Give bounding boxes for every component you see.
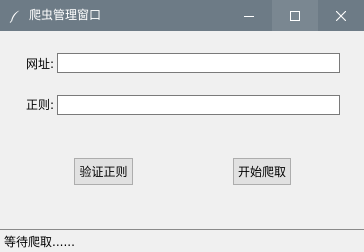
- close-button[interactable]: [318, 0, 364, 31]
- minimize-button[interactable]: [226, 0, 272, 31]
- start-crawl-button[interactable]: 开始爬取: [233, 158, 291, 185]
- minimize-icon: [244, 15, 254, 17]
- maximize-button[interactable]: [272, 0, 318, 31]
- maximize-icon: [290, 10, 300, 21]
- window-title: 爬虫管理窗口: [29, 8, 102, 22]
- status-bar: 等待爬取......: [0, 229, 364, 252]
- url-label: 网址:: [26, 57, 55, 71]
- verify-regex-button[interactable]: 验证正则: [74, 158, 133, 185]
- url-input[interactable]: [57, 53, 340, 73]
- title-bar[interactable]: 爬虫管理窗口: [0, 0, 364, 31]
- close-icon: [336, 10, 346, 21]
- status-text: 等待爬取......: [4, 235, 75, 249]
- app-window: 爬虫管理窗口 网址: 正则: 验证正则 开始爬取 等待爬取......: [0, 0, 364, 252]
- regex-label: 正则:: [26, 98, 55, 112]
- feather-icon: [8, 8, 22, 23]
- regex-input[interactable]: [57, 95, 340, 115]
